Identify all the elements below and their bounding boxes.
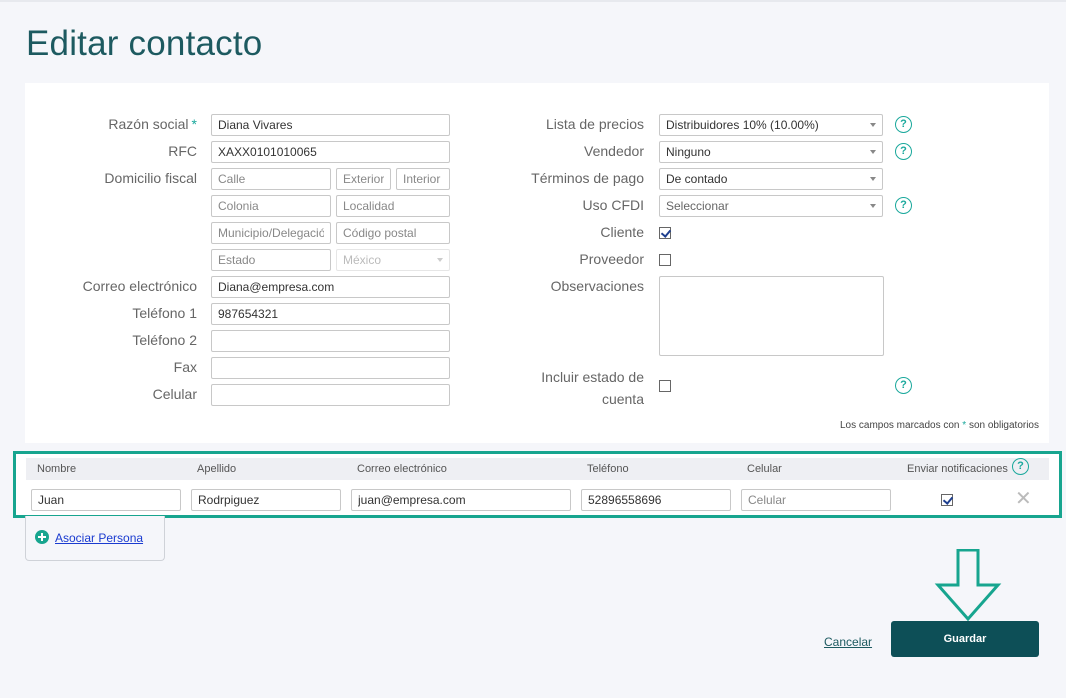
top-divider (0, 0, 1066, 2)
estado-cuenta-checkbox[interactable] (659, 380, 671, 392)
header-enviar-notificaciones: Enviar notificaciones (907, 463, 1008, 475)
uso-cfdi-select[interactable]: Seleccionar (659, 195, 883, 217)
associate-person-link[interactable]: Asociar Persona (55, 531, 143, 545)
razon-social-input[interactable] (211, 114, 450, 136)
fax-input[interactable] (211, 357, 450, 379)
domicilio-fiscal-label: Domicilio fiscal (104, 170, 197, 186)
localidad-input[interactable] (336, 195, 450, 217)
terminos-pago-select[interactable]: De contado (659, 168, 883, 190)
save-button[interactable]: Guardar (891, 621, 1039, 657)
telefono2-label: Teléfono 2 (132, 332, 197, 348)
lista-precios-select[interactable]: Distribuidores 10% (10.00%) (659, 114, 883, 136)
interior-input[interactable] (396, 168, 450, 190)
header-apellido: Apellido (197, 463, 237, 475)
chevron-down-icon (870, 204, 876, 208)
person-celular-input[interactable] (741, 489, 891, 511)
proveedor-checkbox[interactable] (659, 254, 671, 266)
notificaciones-checkbox[interactable] (941, 494, 953, 506)
uso-cfdi-label: Uso CFDI (582, 197, 644, 213)
rfc-label: RFC (168, 143, 197, 159)
estado-cuenta-label: Incluir estado de cuenta (541, 369, 644, 407)
pais-select: México (336, 249, 450, 271)
telefono2-input[interactable] (211, 330, 450, 352)
required-star: * (191, 116, 197, 132)
correo-input[interactable] (211, 276, 450, 298)
cancel-link[interactable]: Cancelar (824, 635, 872, 649)
celular-input[interactable] (211, 384, 450, 406)
help-icon[interactable]: ? (895, 143, 912, 160)
help-icon[interactable]: ? (895, 377, 912, 394)
cliente-checkbox[interactable] (659, 227, 671, 239)
help-icon[interactable]: ? (895, 116, 912, 133)
down-arrow-icon (934, 549, 1002, 622)
observaciones-label: Observaciones (550, 278, 644, 294)
header-telefono: Teléfono (587, 463, 629, 475)
associated-persons-table: Nombre Apellido Correo electrónico Teléf… (13, 451, 1062, 518)
exterior-input[interactable] (336, 168, 391, 190)
rfc-input[interactable] (211, 141, 450, 163)
vendedor-label: Vendedor (584, 143, 644, 159)
required-note: Los campos marcados con * son obligatori… (839, 420, 1039, 431)
table-header (26, 458, 1049, 480)
chevron-down-icon (870, 150, 876, 154)
fax-label: Fax (173, 359, 197, 375)
telefono1-input[interactable] (211, 303, 450, 325)
plus-circle-icon[interactable] (35, 530, 49, 544)
person-apellido-input[interactable] (191, 489, 341, 511)
celular-label: Celular (152, 386, 197, 402)
proveedor-label: Proveedor (579, 251, 644, 267)
municipio-input[interactable] (211, 222, 331, 244)
help-icon[interactable]: ? (1012, 458, 1029, 475)
person-nombre-input[interactable] (31, 489, 181, 511)
lista-precios-label: Lista de precios (545, 116, 644, 132)
contact-form-panel: Razón social* RFC Domicilio fiscal Méxic… (25, 83, 1049, 443)
associate-person-tab: Asociar Persona (25, 516, 165, 561)
calle-input[interactable] (211, 168, 331, 190)
chevron-down-icon (870, 177, 876, 181)
codigo-postal-input[interactable] (336, 222, 450, 244)
cliente-label: Cliente (600, 224, 644, 240)
person-correo-input[interactable] (351, 489, 571, 511)
observaciones-textarea[interactable] (659, 276, 884, 356)
person-telefono-input[interactable] (581, 489, 731, 511)
correo-label: Correo electrónico (82, 278, 197, 294)
razon-social-label: Razón social * (108, 116, 197, 132)
page-title: Editar contacto (26, 24, 263, 63)
chevron-down-icon (870, 123, 876, 127)
header-celular: Celular (747, 463, 782, 475)
header-correo: Correo electrónico (357, 463, 447, 475)
chevron-down-icon (437, 258, 443, 262)
telefono1-label: Teléfono 1 (132, 305, 197, 321)
help-icon[interactable]: ? (895, 197, 912, 214)
vendedor-select[interactable]: Ninguno (659, 141, 883, 163)
colonia-input[interactable] (211, 195, 331, 217)
delete-person-icon[interactable]: ✕ (1015, 489, 1032, 509)
terminos-pago-label: Términos de pago (531, 170, 644, 186)
estado-input[interactable] (211, 249, 331, 271)
header-nombre: Nombre (37, 463, 77, 475)
